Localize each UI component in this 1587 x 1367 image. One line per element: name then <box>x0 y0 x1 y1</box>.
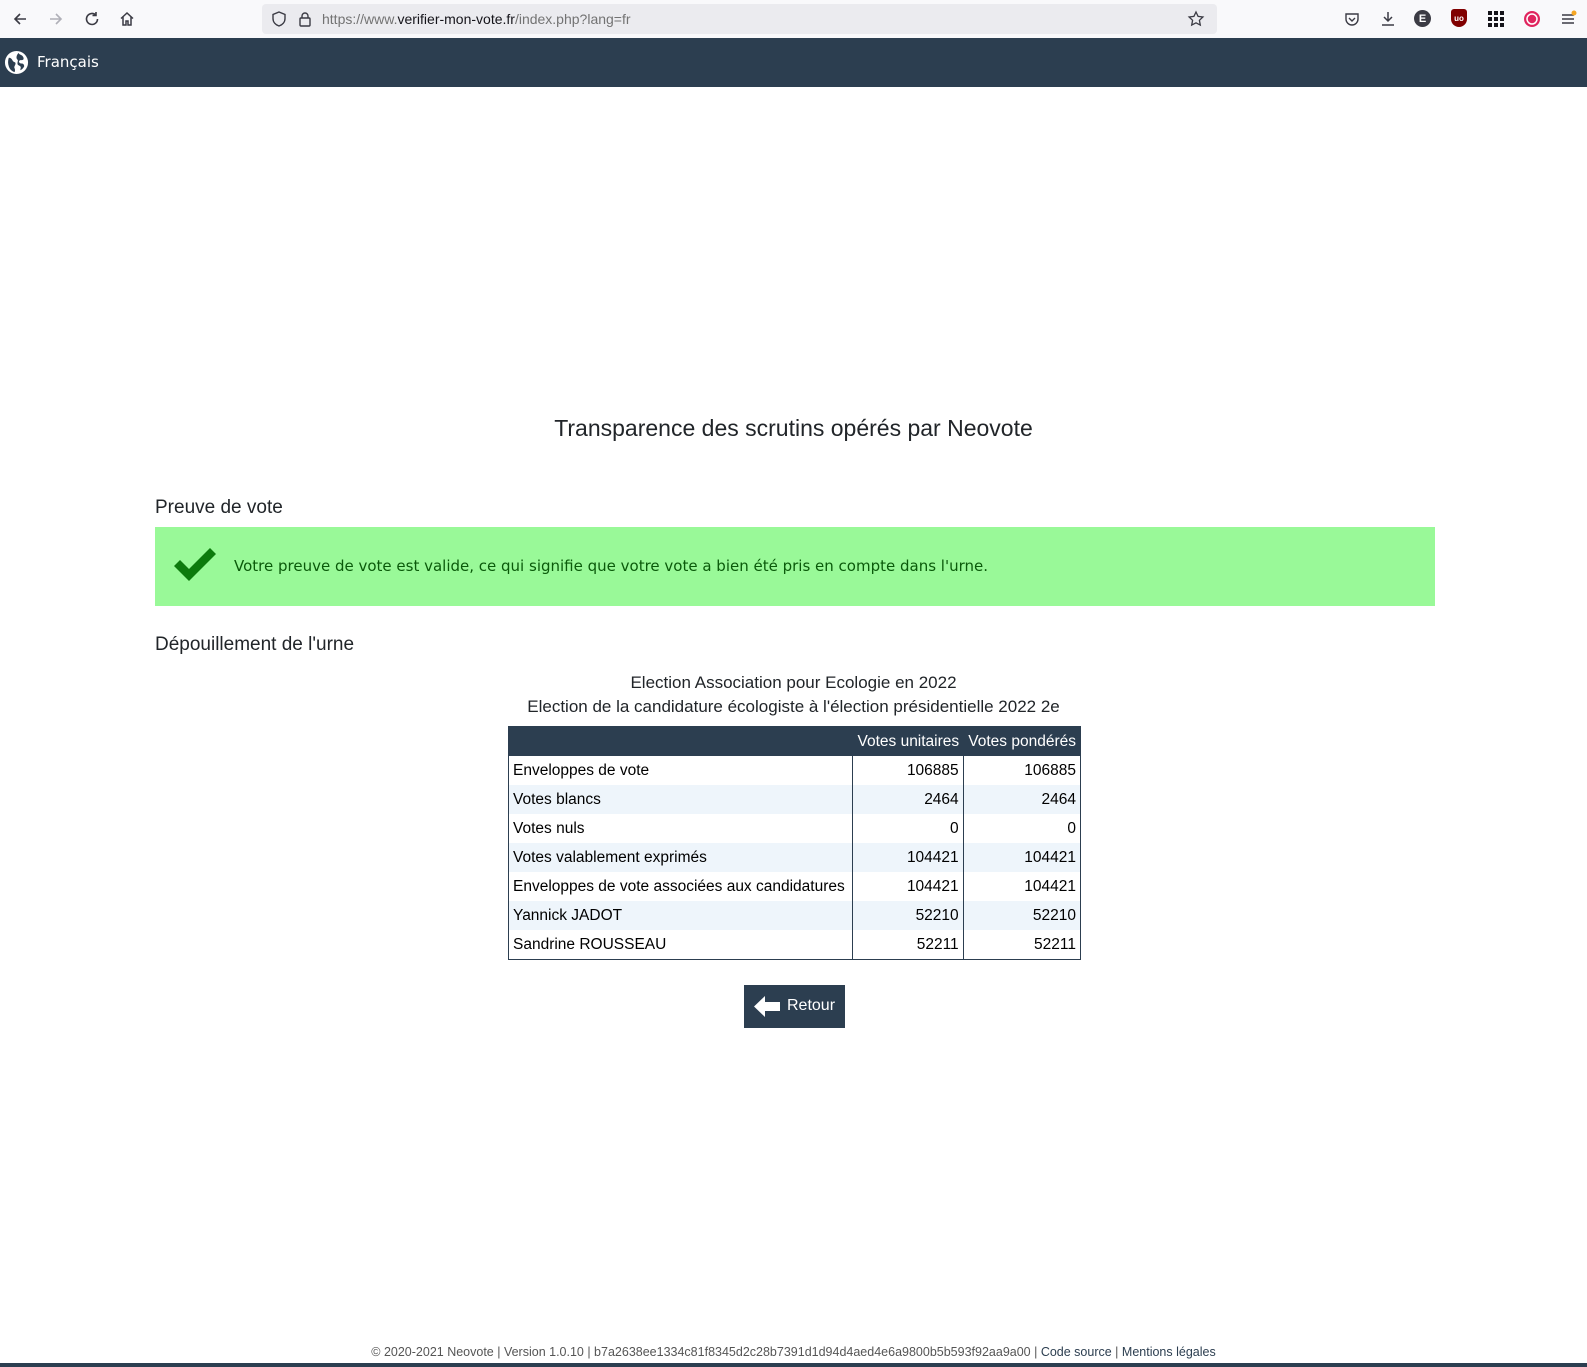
table-row: Enveloppes de vote associées aux candida… <box>509 872 1081 901</box>
url-path: /index.php?lang=fr <box>514 11 631 27</box>
proof-heading: Preuve de vote <box>155 497 283 518</box>
legal-notice-link[interactable]: Mentions légales <box>1122 1345 1216 1359</box>
ublock-label: uo <box>1454 13 1464 23</box>
proof-valid-message: Votre preuve de vote est valide, ce qui … <box>234 557 988 575</box>
site-navbar: Français <box>0 38 1587 87</box>
table-row: Enveloppes de vote 106885 106885 <box>509 756 1081 785</box>
results-header-weighted: Votes pondérés <box>963 726 1081 756</box>
table-row: Votes valablement exprimés 104421 104421 <box>508 843 1081 872</box>
page-title: Transparence des scrutins opérés par Neo… <box>554 415 1033 441</box>
tracking-shield-icon[interactable] <box>270 10 288 28</box>
row-label: Enveloppes de vote associées aux candida… <box>513 877 845 895</box>
extension-e-label: E <box>1418 12 1427 25</box>
table-row: Sandrine ROUSSEAU 52211 52211 <box>509 930 1081 960</box>
back-button[interactable]: Retour <box>744 985 845 1028</box>
table-row: Yannick JADOT 52210 52210 <box>508 901 1081 930</box>
footer-separator: | <box>1111 1345 1122 1359</box>
lock-icon[interactable] <box>296 10 314 28</box>
row-label: Votes blancs <box>508 785 853 814</box>
results-header-row: Votes unitaires Votes pondérés <box>508 726 1081 756</box>
globe-icon[interactable] <box>4 50 29 75</box>
proof-valid-alert: Votre preuve de vote est valide, ce qui … <box>155 527 1435 606</box>
election-name: Election Association pour Ecologie en 20… <box>630 673 957 692</box>
row-unit-votes: 106885 <box>851 756 964 785</box>
row-weighted-votes: 52210 <box>962 901 1081 930</box>
pocket-icon[interactable] <box>1342 9 1362 29</box>
menu-icon[interactable] <box>1558 9 1578 29</box>
checkmark-icon <box>174 548 216 581</box>
row-label: Votes valablement exprimés <box>508 843 853 872</box>
table-row: Votes blancs 2464 2464 <box>508 785 1081 814</box>
row-weighted-votes: 104421 <box>962 843 1081 872</box>
url-domain: verifier-mon-vote.fr <box>397 11 515 27</box>
home-icon[interactable] <box>113 5 141 33</box>
table-row: Votes nuls 0 0 <box>509 814 1081 843</box>
footer: © 2020-2021 Neovote | Version 1.0.10 | b… <box>0 1345 1587 1359</box>
election-subtitle: Election de la candidature écologiste à … <box>527 697 1060 716</box>
row-weighted-votes: 104421 <box>962 872 1081 901</box>
browser-toolbar: https://www.verifier-mon-vote.fr/index.p… <box>0 0 1587 39</box>
row-unit-votes: 0 <box>851 814 964 843</box>
ublock-icon[interactable]: uo <box>1451 9 1467 27</box>
extension-e-icon[interactable]: E <box>1414 10 1431 27</box>
arrow-left-icon <box>754 996 780 1017</box>
url-text[interactable]: https://www.verifier-mon-vote.fr/index.p… <box>322 11 631 27</box>
row-unit-votes: 52211 <box>851 930 964 960</box>
back-button-label: Retour <box>787 997 836 1014</box>
forward-icon[interactable] <box>42 5 70 33</box>
row-weighted-votes: 106885 <box>962 756 1081 785</box>
row-weighted-votes: 2464 <box>962 785 1081 814</box>
row-label: Votes nuls <box>513 819 585 837</box>
row-label: Yannick JADOT <box>508 901 853 930</box>
extension-m-icon[interactable] <box>1522 9 1542 29</box>
language-selector[interactable]: Français <box>37 53 99 71</box>
code-source-link[interactable]: Code source <box>1041 1345 1112 1359</box>
row-unit-votes: 2464 <box>851 785 964 814</box>
bottom-border <box>0 1363 1587 1367</box>
results-header-unit: Votes unitaires <box>852 726 964 756</box>
row-weighted-votes: 52211 <box>962 930 1081 960</box>
row-unit-votes: 52210 <box>851 901 964 930</box>
row-unit-votes: 104421 <box>851 843 964 872</box>
row-label: Sandrine ROUSSEAU <box>513 935 667 953</box>
row-unit-votes: 104421 <box>851 872 964 901</box>
results-header-label <box>508 726 853 756</box>
address-bar[interactable]: https://www.verifier-mon-vote.fr/index.p… <box>262 4 1217 34</box>
results-table: Votes unitaires Votes pondérés Enveloppe… <box>508 726 1081 960</box>
tally-heading: Dépouillement de l'urne <box>155 634 355 655</box>
download-icon[interactable] <box>1378 9 1398 29</box>
url-prefix: https://www. <box>322 11 398 27</box>
row-label: Enveloppes de vote <box>513 761 650 779</box>
row-weighted-votes: 0 <box>962 814 1081 843</box>
apps-grid-icon[interactable] <box>1486 9 1506 29</box>
bookmark-star-icon[interactable] <box>1187 10 1205 28</box>
back-icon[interactable] <box>6 5 34 33</box>
footer-text: © 2020-2021 Neovote | Version 1.0.10 | b… <box>371 1345 1041 1359</box>
reload-icon[interactable] <box>78 5 106 33</box>
